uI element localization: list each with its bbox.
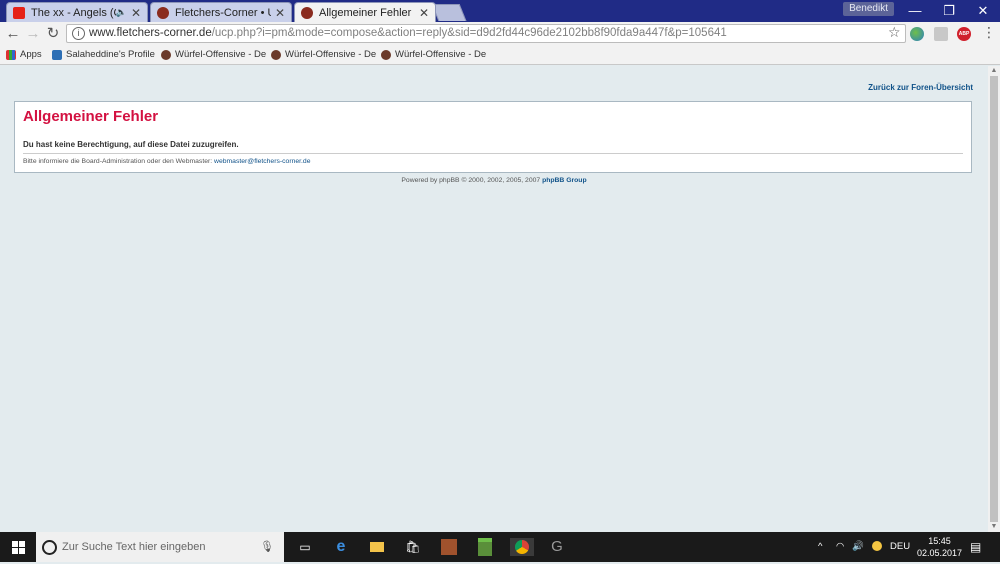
info-icon[interactable]: i xyxy=(72,27,85,40)
taskbar-search-input[interactable]: Zur Suche Text hier eingeben 🎙 xyxy=(36,532,284,562)
profile-favicon-icon xyxy=(52,49,62,60)
network-icon[interactable]: ◠ xyxy=(836,532,844,562)
tab-strip: The xx - Angels (Offic 🔈 ✕ Fletchers-Cor… xyxy=(0,0,1000,22)
bookmark-wuerfel-2[interactable]: Würfel-Offensive - De xyxy=(271,49,376,60)
back-to-forum-link[interactable]: Zurück zur Foren-Übersicht xyxy=(868,83,973,92)
reload-button[interactable]: ↻ xyxy=(44,25,62,43)
clock-date: 02.05.2017 xyxy=(916,548,962,558)
tab-close-icon[interactable]: ✕ xyxy=(131,6,141,20)
bookmark-salaheddine[interactable]: Salaheddine's Profile xyxy=(52,49,155,60)
tab-title: Allgemeiner Fehler xyxy=(319,6,412,19)
close-window-button[interactable]: ✕ xyxy=(966,0,1000,22)
webmaster-email-link[interactable]: webmaster@fletchers-corner.de xyxy=(214,158,310,165)
restore-button[interactable]: ❐ xyxy=(932,0,966,22)
task-view-icon[interactable]: ▭ xyxy=(296,538,314,556)
chrome-icon[interactable] xyxy=(510,538,534,556)
menu-icon[interactable]: ⋮ xyxy=(982,24,996,41)
adblock-icon[interactable]: ABP xyxy=(957,27,971,41)
windows-start-icon[interactable] xyxy=(0,532,36,562)
error-title: Allgemeiner Fehler xyxy=(23,108,159,125)
notifications-icon[interactable]: ▤ xyxy=(970,532,981,562)
bookmark-label: Apps xyxy=(20,49,42,60)
page-viewport: Zurück zur Foren-Übersicht Allgemeiner F… xyxy=(0,66,988,532)
bookmark-wuerfel-3[interactable]: Würfel-Offensive - De xyxy=(381,49,486,60)
site-favicon-icon xyxy=(301,6,313,19)
bookmarks-bar: Apps Salaheddine's Profile Würfel-Offens… xyxy=(0,46,1000,65)
search-placeholder: Zur Suche Text hier eingeben xyxy=(62,541,206,553)
site-favicon-icon xyxy=(271,49,281,60)
microphone-icon[interactable]: 🎙 xyxy=(260,532,274,562)
site-favicon-icon xyxy=(161,49,171,60)
taskbar: Zur Suche Text hier eingeben 🎙 ▭ e 🛍 G ^… xyxy=(0,532,1000,562)
tab-allgemeiner-fehler[interactable]: Allgemeiner Fehler ✕ xyxy=(294,2,436,22)
url-path: /ucp.php?i=pm&mode=compose&action=reply&… xyxy=(211,27,727,39)
audio-icon[interactable]: 🔈 xyxy=(116,7,127,18)
tab-youtube[interactable]: The xx - Angels (Offic 🔈 ✕ xyxy=(6,2,148,22)
footer-text: Powered by phpBB © 2000, 2002, 2005, 200… xyxy=(401,177,541,184)
back-button[interactable]: ← xyxy=(4,25,22,43)
new-tab-button[interactable] xyxy=(431,4,467,21)
edge-icon[interactable]: e xyxy=(332,538,350,556)
scroll-up-icon[interactable]: ▲ xyxy=(988,66,1000,76)
bookmark-apps[interactable]: Apps xyxy=(6,49,42,60)
browser-toolbar: ← → ↻ i www.fletchers-corner.de/ucp.php?… xyxy=(0,22,1000,46)
site-favicon-icon xyxy=(157,6,169,19)
address-bar[interactable]: i www.fletchers-corner.de/ucp.php?i=pm&m… xyxy=(66,24,906,43)
language-indicator[interactable]: DEU xyxy=(890,532,910,562)
bookmark-label: Salaheddine's Profile xyxy=(66,49,155,60)
clock-time: 15:45 xyxy=(928,536,951,546)
minecraft-icon[interactable] xyxy=(476,538,494,556)
game-app-icon[interactable] xyxy=(440,538,458,556)
bookmark-label: Würfel-Offensive - De xyxy=(395,49,487,60)
admin-note: Bitte informiere die Board-Administratio… xyxy=(23,158,310,165)
phpbb-group-link[interactable]: phpBB Group xyxy=(542,177,587,184)
tab-fletchers-corner[interactable]: Fletchers-Corner • Unge ✕ xyxy=(150,2,292,22)
tray-chevron-icon[interactable]: ^ xyxy=(818,532,822,562)
apps-grid-icon xyxy=(6,49,16,60)
tab-title: The xx - Angels (Offic xyxy=(31,6,116,19)
bookmark-star-icon[interactable]: ☆ xyxy=(888,24,901,41)
bookmark-label: Würfel-Offensive - De xyxy=(175,49,267,60)
youtube-icon xyxy=(13,6,25,19)
volume-icon[interactable]: 🔊 xyxy=(852,532,864,562)
error-panel: Allgemeiner Fehler Du hast keine Berecht… xyxy=(14,101,972,173)
scrollbar-thumb[interactable] xyxy=(990,76,998,522)
forward-button[interactable]: → xyxy=(24,25,42,43)
bookmark-label: Würfel-Offensive - De xyxy=(285,49,377,60)
file-explorer-icon[interactable] xyxy=(368,538,386,556)
weather-tray-icon[interactable] xyxy=(872,532,882,562)
error-message: Du hast keine Berechtigung, auf diese Da… xyxy=(23,140,239,149)
puzzle-extension-icon[interactable] xyxy=(934,27,948,41)
profile-button[interactable]: Benedikt xyxy=(843,2,894,16)
minimize-button[interactable]: — xyxy=(898,0,932,22)
divider xyxy=(23,153,963,154)
tab-title: Fletchers-Corner • Unge xyxy=(175,6,271,19)
footer: Powered by phpBB © 2000, 2002, 2005, 200… xyxy=(0,177,988,184)
site-favicon-icon xyxy=(381,49,391,60)
admin-note-text: Bitte informiere die Board-Administratio… xyxy=(23,158,213,165)
tab-close-icon[interactable]: ✕ xyxy=(275,6,285,20)
globe-extension-icon[interactable] xyxy=(910,27,924,41)
url-host: www.fletchers-corner.de xyxy=(89,27,212,39)
clock[interactable]: 15:45 02.05.2017 xyxy=(917,535,962,559)
tab-close-icon[interactable]: ✕ xyxy=(419,6,429,20)
grammarly-icon[interactable]: G xyxy=(548,538,566,556)
bookmark-wuerfel-1[interactable]: Würfel-Offensive - De xyxy=(161,49,266,60)
store-icon[interactable]: 🛍 xyxy=(404,538,422,556)
cortana-icon xyxy=(42,540,57,555)
scroll-down-icon[interactable]: ▼ xyxy=(988,522,1000,532)
